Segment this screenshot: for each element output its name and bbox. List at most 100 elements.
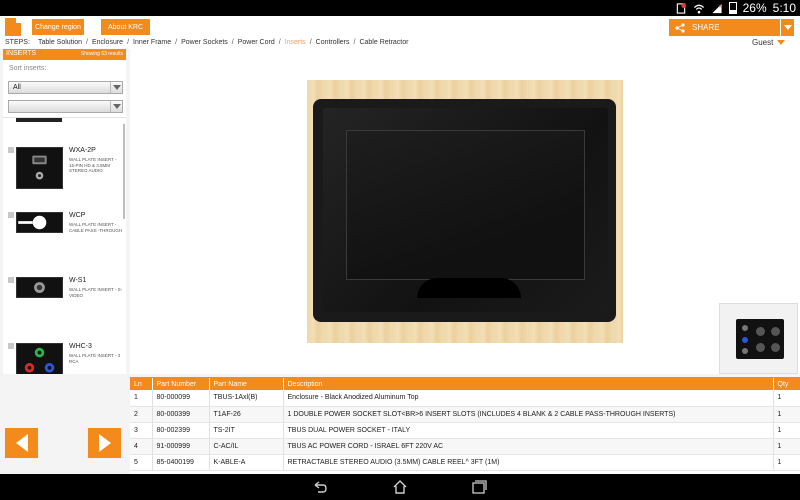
results-count: Showing 63 results <box>80 51 123 57</box>
cell-qty: 1 <box>773 454 800 471</box>
cell-part-name: TBUS-1Axl(B) <box>209 390 284 407</box>
dropdown-arrow-icon <box>110 101 122 112</box>
cell-qty: 1 <box>773 406 800 423</box>
step-controllers[interactable]: Controllers <box>316 39 350 46</box>
previous-step-button[interactable] <box>5 428 38 458</box>
item-checkbox[interactable] <box>8 212 14 218</box>
filter-select[interactable] <box>8 100 123 113</box>
arrow-left-icon <box>15 434 28 452</box>
breadcrumb-separator: / <box>127 39 130 46</box>
next-step-button[interactable] <box>88 428 121 458</box>
share-dropdown-button[interactable] <box>780 19 794 36</box>
back-icon[interactable] <box>312 479 328 495</box>
steps-label: STEPS: <box>5 39 30 46</box>
enclosure-image[interactable] <box>313 99 616 322</box>
breadcrumb-separator: / <box>85 39 88 46</box>
step-inner-frame[interactable]: Inner Frame <box>133 39 171 46</box>
socket-dot <box>742 325 748 331</box>
step-table-solution[interactable]: Table Solution <box>38 39 82 46</box>
cell-part-number: 80-002399 <box>152 422 210 439</box>
insert-thumbnail <box>16 277 63 298</box>
cell-ln: 3 <box>130 422 153 439</box>
cell-part-number: 80-000099 <box>152 390 210 407</box>
table-row[interactable]: 3 80-002399 TS-2IT TBUS DUAL POWER SOCKE… <box>130 422 800 439</box>
item-checkbox[interactable] <box>8 277 14 283</box>
chevron-down-icon <box>777 40 786 45</box>
app-logo-icon[interactable] <box>5 18 21 36</box>
enclosure-lid <box>346 130 585 280</box>
share-icon <box>675 22 685 33</box>
battery-icon <box>728 2 737 14</box>
cell-part-number: 80-000399 <box>152 406 210 423</box>
column-header-ln: Ln <box>130 378 153 390</box>
cell-description: 1 DOUBLE POWER SOCKET SLOT<BR>6 INSERT S… <box>283 406 774 423</box>
sort-label: Sort inserts: <box>9 65 47 72</box>
step-cable-retractor[interactable]: Cable Retractor <box>359 39 408 46</box>
column-header-qty: Qty <box>773 378 800 390</box>
table-row[interactable]: 2 80-000399 T1AF-26 1 DOUBLE POWER SOCKE… <box>130 406 800 423</box>
socket-dot <box>742 337 748 343</box>
chevron-down-icon <box>783 25 792 30</box>
cell-part-name: TS-2IT <box>209 422 284 439</box>
inserts-header: INSERTS Showing 63 results <box>3 49 126 60</box>
table-row[interactable]: 4 91-000999 C-AC/IL TBUS AC POWER CORD -… <box>130 438 800 455</box>
insert-description: WALL PLATE INSERT - S-VIDEO <box>69 287 123 298</box>
list-item-wxa-2p[interactable]: WXA-2P WALL PLATE INSERT - 15-PIN HD & 3… <box>3 147 126 209</box>
column-header-part-number: Part Number <box>152 378 210 390</box>
inner-frame-thumbnail[interactable] <box>719 303 798 374</box>
insert-description: WALL PLATE INSERT - CABLE PASS -THROUGH <box>69 222 123 233</box>
cell-qty: 1 <box>773 390 800 407</box>
step-inserts[interactable]: Inserts <box>285 39 306 46</box>
item-checkbox[interactable] <box>8 147 14 153</box>
clock: 5:10 <box>772 1 796 15</box>
inserts-title: INSERTS <box>6 50 37 57</box>
cell-qty: 1 <box>773 422 800 439</box>
cell-description: Enclosure - Black Anodized Aluminum Top <box>283 390 774 407</box>
step-power-sockets[interactable]: Power Sockets <box>181 39 228 46</box>
change-region-button[interactable]: Change region <box>32 19 84 35</box>
about-button[interactable]: About KRC <box>101 19 150 35</box>
share-button[interactable]: SHARE <box>669 19 794 36</box>
parts-table-container[interactable]: Ln Part Number Part Name Description Qty… <box>130 377 800 474</box>
insert-code: W-S1 <box>69 277 87 284</box>
app-screen: x 26% 5:10 Change region About KRC SHARE… <box>0 0 800 500</box>
home-icon[interactable] <box>392 479 408 495</box>
cell-ln: 5 <box>130 454 153 471</box>
step-power-cord[interactable]: Power Cord <box>238 39 275 46</box>
sort-select[interactable]: All <box>8 81 123 94</box>
svg-text:x: x <box>718 3 721 9</box>
column-header-description: Description <box>283 378 774 390</box>
table-header-row: Ln Part Number Part Name Description Qty <box>130 378 800 390</box>
cell-ln: 4 <box>130 438 153 455</box>
lid-notch <box>417 278 521 298</box>
step-enclosure[interactable]: Enclosure <box>92 39 123 46</box>
insert-code: WXA-2P <box>69 147 96 154</box>
list-item-w-s1[interactable]: W-S1 WALL PLATE INSERT - S-VIDEO <box>3 277 126 339</box>
parts-table: Ln Part Number Part Name Description Qty… <box>130 378 800 471</box>
socket-dot <box>742 348 748 354</box>
cell-part-name: C-AC/IL <box>209 438 284 455</box>
battery-percent: 26% <box>742 1 767 15</box>
steps-bar: STEPS: Table Solution / Enclosure / Inner Fr… <box>0 38 800 49</box>
table-row[interactable]: 5 85-0400199 K-ABLE-A RETRACTABLE STEREO… <box>130 454 800 471</box>
inserts-panel: INSERTS Showing 63 results Sort inserts:… <box>3 49 126 374</box>
breadcrumb-separator: / <box>278 39 281 46</box>
item-checkbox[interactable] <box>8 343 14 349</box>
inserts-list[interactable]: WXA-2P WALL PLATE INSERT - 15-PIN HD & 3… <box>3 117 126 374</box>
recent-apps-icon[interactable] <box>471 479 487 495</box>
sort-select-value: All <box>13 84 21 91</box>
dropdown-arrow-icon <box>110 82 122 93</box>
arrow-right-icon <box>98 434 111 452</box>
user-menu[interactable]: Guest <box>752 38 786 47</box>
list-item-whc-3[interactable]: WHC-3 WALL PLATE INSERT - 3 RCA <box>3 343 126 374</box>
system-nav-bar <box>0 474 800 500</box>
insert-thumbnail <box>16 212 63 233</box>
product-preview-area <box>130 49 800 374</box>
list-item-wcp[interactable]: WCP WALL PLATE INSERT - CABLE PASS -THRO… <box>3 212 126 274</box>
insert-thumbnail <box>16 118 62 122</box>
signal-icon: x <box>712 3 721 13</box>
table-row[interactable]: 1 80-000099 TBUS-1Axl(B) Enclosure - Bla… <box>130 390 800 407</box>
step-navigation <box>0 374 130 474</box>
insert-description: WALL PLATE INSERT - 15-PIN HD & 3.5MM ST… <box>69 157 117 174</box>
insert-description: WALL PLATE INSERT - 3 RCA <box>69 353 121 364</box>
